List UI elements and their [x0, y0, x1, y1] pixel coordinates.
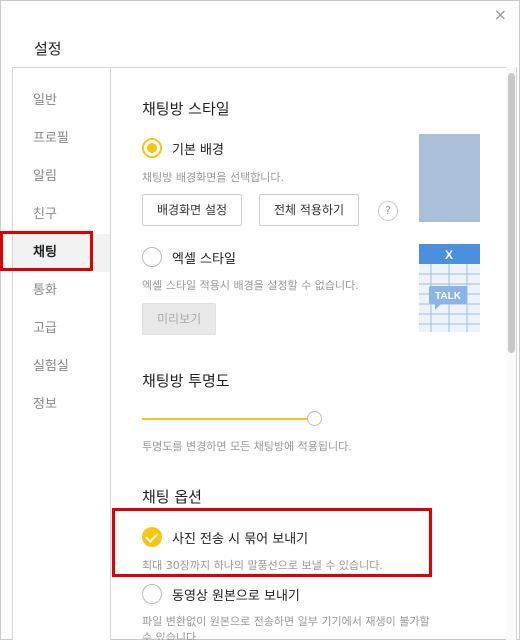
video-original-desc-line2: 수 있습니다. [142, 631, 200, 640]
basic-background-radio[interactable] [142, 138, 162, 158]
preview-button[interactable]: 미리보기 [142, 303, 217, 335]
video-original-option[interactable]: 동영상 원본으로 보내기 [142, 582, 300, 606]
chatroom-opacity-title: 채팅방 투명도 [142, 372, 230, 390]
basic-background-label: 기본 배경 [172, 142, 224, 158]
excel-preview-image: X TALK [419, 244, 480, 332]
sidebar-item-profile[interactable]: 프로필 [13, 120, 110, 158]
close-icon[interactable]: × [494, 7, 507, 23]
sidebar-item-general[interactable]: 일반 [13, 82, 110, 120]
chat-options-title: 채팅 옵션 [142, 488, 202, 506]
set-background-button[interactable]: 배경화면 설정 [142, 194, 243, 226]
sidebar-item-call[interactable]: 통화 [13, 272, 110, 310]
excel-style-preview: X TALK [419, 244, 480, 332]
sidebar-item-labs[interactable]: 실험실 [13, 348, 110, 386]
video-original-checkbox[interactable] [142, 584, 162, 604]
opacity-desc: 투명도를 변경하면 모든 채팅방에 적용됩니다. [142, 440, 352, 453]
window-title: 설정 [34, 40, 62, 58]
sidebar-item-friends[interactable]: 친구 [13, 196, 110, 234]
scrollbar-thumb[interactable] [508, 73, 515, 353]
sidebar-item-notifications[interactable]: 알림 [13, 158, 110, 196]
excel-style-label: 엑셀 스타일 [172, 251, 236, 267]
photo-bundle-option[interactable]: 사진 전송 시 묶어 보내기 [142, 525, 308, 549]
sidebar-item-info[interactable]: 정보 [13, 386, 110, 424]
opacity-slider-handle[interactable] [307, 411, 322, 426]
excel-style-radio[interactable] [142, 247, 162, 267]
apply-all-button[interactable]: 전체 적용하기 [259, 194, 360, 226]
basic-background-preview [419, 134, 480, 222]
video-original-label: 동영상 원본으로 보내기 [172, 588, 300, 604]
help-icon[interactable]: ? [378, 201, 398, 221]
video-original-desc-line1: 파일 변환없이 원본으로 전송하면 일부 기기에서 재생이 불가할 [142, 615, 430, 628]
chatroom-style-title: 채팅방 스타일 [142, 100, 230, 118]
excel-style-desc: 엑셀 스타일 적용시 배경을 설정할 수 없습니다. [142, 279, 359, 292]
sidebar-item-chat[interactable]: 채팅 [13, 234, 110, 272]
photo-bundle-label: 사진 전송 시 묶어 보내기 [172, 531, 309, 547]
sidebar-item-advanced[interactable]: 고급 [13, 310, 110, 348]
settings-sidebar: 일반 프로필 알림 친구 채팅 통화 고급 실험실 정보 [13, 68, 111, 640]
opacity-slider-track[interactable] [142, 418, 314, 420]
photo-bundle-checkbox[interactable] [142, 527, 162, 547]
excel-style-option[interactable]: 엑셀 스타일 [142, 245, 236, 269]
excel-preview-header-glyph: X [445, 248, 453, 262]
photo-bundle-desc: 최대 30장까지 하나의 말풍선으로 보낼 수 있습니다. [142, 559, 383, 572]
basic-background-desc: 채팅방 배경화면을 선택합니다. [142, 171, 285, 184]
excel-preview-talk-text: TALK [435, 291, 462, 302]
basic-background-option[interactable]: 기본 배경 [142, 136, 224, 160]
